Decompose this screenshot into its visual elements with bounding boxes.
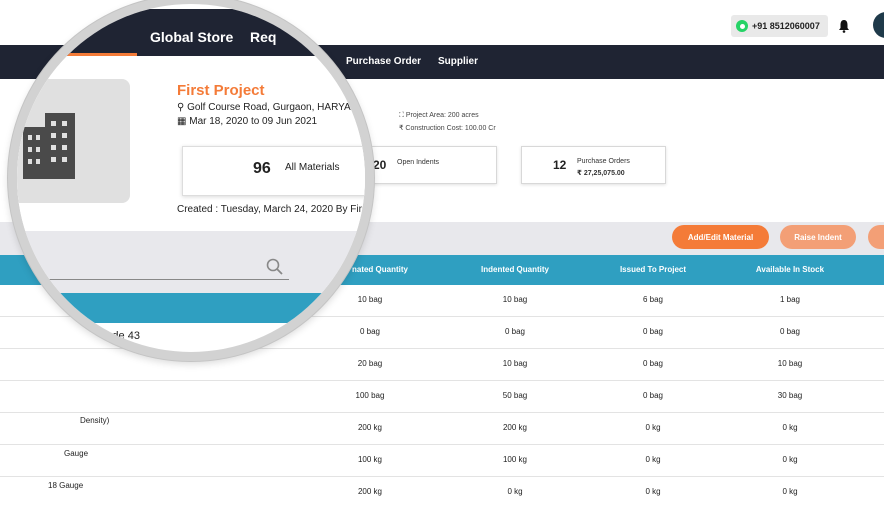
available-stock: 0 kg <box>782 487 798 496</box>
material-name: Gauge <box>64 449 89 458</box>
estimated-quantity: 100 bag <box>355 391 385 400</box>
indented-quantity: 0 bag <box>504 327 526 336</box>
project-area: Project Area: 200 acres <box>405 112 479 119</box>
all-materials-label: All Materials <box>285 162 340 173</box>
material-name: Density) <box>80 416 110 425</box>
issued-quantity: 0 bag <box>642 391 664 400</box>
phone-number: +91 8512060007 <box>752 21 820 31</box>
project-dates-row: ▦ Mar 18, 2020 to 09 Jun 2021 <box>177 116 317 127</box>
project-area-row: ⛶ Project Area: 200 acres <box>399 112 479 120</box>
search-icon[interactable] <box>266 258 284 276</box>
estimated-quantity: 200 kg <box>357 423 383 432</box>
table-row[interactable]: 100 bag 50 bag 0 bag 30 bag <box>0 381 884 413</box>
open-indents-count: 20 <box>373 158 387 172</box>
whatsapp-icon <box>736 20 748 32</box>
open-indents-label: Open Indents <box>397 159 440 166</box>
created-by-text: Created : Tuesday, March 24, 2020 By Fir… <box>177 204 374 215</box>
estimated-quantity: 100 kg <box>357 455 383 464</box>
raise-indent-button[interactable]: Raise Indent <box>780 225 856 249</box>
available-stock: 0 kg <box>782 423 798 432</box>
indented-quantity: 0 kg <box>507 487 523 496</box>
location-pin-icon: ⚲ <box>177 102 185 113</box>
construction-cost: Construction Cost: 100.00 Cr <box>405 125 496 132</box>
col-available-in-stock[interactable]: Available In Stock <box>740 265 840 274</box>
col-issued-to-project[interactable]: Issued To Project <box>603 265 703 274</box>
building-icon <box>23 113 75 179</box>
magnified-table-header <box>17 293 365 323</box>
col-indented-quantity[interactable]: Indented Quantity <box>465 265 565 274</box>
table-row[interactable]: 18 Gauge 200 kg 0 kg 0 kg 0 kg <box>0 477 884 505</box>
area-icon: ⛶ <box>399 112 406 119</box>
issued-quantity: 0 bag <box>642 327 664 336</box>
project-title: First Project <box>177 82 265 99</box>
all-materials-count: 96 <box>253 160 271 177</box>
available-stock: 0 bag <box>779 327 801 336</box>
magnified-view: Global Store Req ers First Pro <box>17 9 374 352</box>
indented-quantity: 50 bag <box>502 391 528 400</box>
available-stock: 10 bag <box>777 359 803 368</box>
phone-contact-button[interactable]: +91 8512060007 <box>731 15 828 37</box>
indented-quantity: 100 kg <box>502 455 528 464</box>
project-thumbnail <box>17 79 130 203</box>
purchase-orders-label: Purchase Orders <box>577 158 630 165</box>
material-name: 18 Gauge <box>48 481 84 490</box>
available-stock: 0 kg <box>782 455 798 464</box>
magnifier-lens: Global Store Req ers First Pro <box>8 0 374 361</box>
magnified-top-nav: Global Store Req ers <box>17 9 365 76</box>
project-dates: Mar 18, 2020 to 09 Jun 2021 <box>189 116 318 127</box>
purchase-orders-amount: ₹ 27,25,075.00 <box>577 170 625 177</box>
nav-requests-partial[interactable]: Req <box>250 29 276 45</box>
calendar-icon: ▦ <box>177 116 190 127</box>
issued-quantity: 0 kg <box>645 487 661 496</box>
search-input[interactable]: ls <box>29 264 38 279</box>
bell-icon[interactable] <box>838 19 850 33</box>
estimated-quantity: 200 kg <box>357 487 383 496</box>
material-name: ment grade 43 <box>69 330 140 342</box>
issued-quantity: 0 kg <box>645 423 661 432</box>
issued-quantity: 0 kg <box>645 455 661 464</box>
open-indents-card[interactable]: 20 Open Indents <box>364 146 497 184</box>
project-address: Golf Course Road, Gurgaon, HARYAN <box>187 102 358 113</box>
table-row[interactable]: 20 bag 10 bag 0 bag 10 bag <box>0 349 884 381</box>
construction-cost-row: ₹ Construction Cost: 100.00 Cr <box>399 124 496 132</box>
indented-quantity: 200 kg <box>502 423 528 432</box>
avatar[interactable] <box>873 12 884 38</box>
add-edit-material-button[interactable]: Add/Edit Material <box>672 225 769 249</box>
search-underline <box>29 279 289 280</box>
table-row[interactable]: Density) 200 kg 200 kg 0 kg 0 kg <box>0 413 884 445</box>
available-stock: 1 bag <box>779 295 801 304</box>
all-materials-card[interactable]: 96 All Materials <box>182 146 365 196</box>
magnified-search-bar <box>17 231 365 293</box>
issued-quantity: 0 bag <box>642 359 664 368</box>
purchase-orders-count: 12 <box>553 158 567 172</box>
project-address-row: ⚲ Golf Course Road, Gurgaon, HARYAN <box>177 102 358 113</box>
indented-quantity: 10 bag <box>502 359 528 368</box>
purchase-orders-card[interactable]: 12 Purchase Orders ₹ 27,25,075.00 <box>521 146 666 184</box>
table-row[interactable]: Gauge 100 kg 100 kg 0 kg 0 kg <box>0 445 884 477</box>
estimated-quantity: 20 bag <box>357 359 383 368</box>
available-stock: 30 bag <box>777 391 803 400</box>
indented-quantity: 10 bag <box>502 295 528 304</box>
nav-global-store[interactable]: Global Store <box>150 29 233 45</box>
issued-quantity: 6 bag <box>642 295 664 304</box>
nav-supplier[interactable]: Supplier <box>438 56 478 67</box>
